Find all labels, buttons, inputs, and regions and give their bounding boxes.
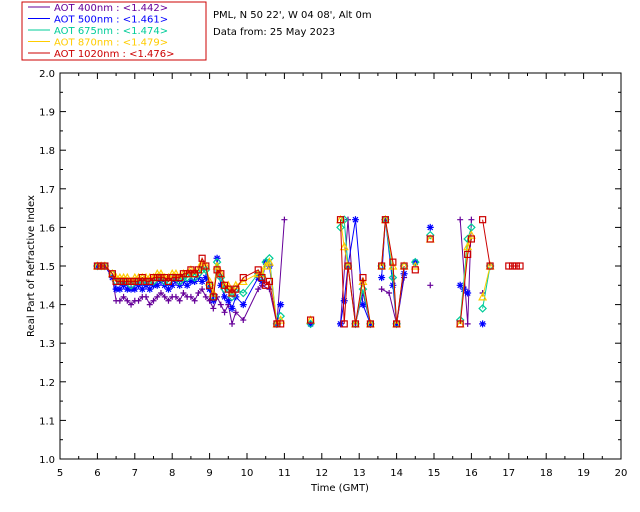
- data-point: [281, 216, 288, 223]
- x-tick-label: 20: [615, 468, 628, 479]
- x-tick-label: 9: [206, 468, 212, 479]
- y-tick-label: 1.2: [39, 378, 55, 389]
- date-info: Data from: 25 May 2023: [213, 27, 335, 38]
- x-tick-label: 11: [278, 468, 291, 479]
- data-point: [427, 282, 434, 289]
- data-point: [143, 293, 150, 300]
- location-info: PML, N 50 22', W 04 08', Alt 0m: [213, 10, 372, 21]
- series-1: [93, 216, 487, 328]
- x-axis-title: Time (GMT): [310, 483, 369, 494]
- data-point: [228, 304, 236, 312]
- y-tick-label: 1.3: [39, 339, 55, 350]
- data-point: [411, 266, 419, 274]
- legend-entry: AOT 870nm : <1.479>: [54, 38, 168, 49]
- x-tick-label: 14: [390, 468, 403, 479]
- x-tick-label: 7: [132, 468, 138, 479]
- data-point: [457, 216, 464, 223]
- x-tick-label: 16: [465, 468, 478, 479]
- data-point: [468, 216, 475, 223]
- data-point: [378, 274, 386, 282]
- y-tick-label: 2.0: [39, 69, 55, 80]
- data-point: [386, 290, 393, 297]
- series-line: [482, 219, 491, 267]
- refractive-index-chart: AOT 400nm : <1.442>AOT 500nm : <1.461>AO…: [21, 1, 628, 494]
- y-tick-label: 1.9: [39, 108, 55, 119]
- x-tick-label: 5: [57, 468, 63, 479]
- data-point: [229, 320, 236, 327]
- plot-area: [59, 72, 622, 460]
- y-tick-label: 1.0: [39, 455, 55, 466]
- x-tick-label: 10: [241, 468, 254, 479]
- x-tick-label: 6: [94, 468, 100, 479]
- data-point: [210, 305, 217, 312]
- data-point: [426, 223, 434, 231]
- data-point: [479, 320, 487, 328]
- data-point: [217, 301, 224, 308]
- series-2: [93, 215, 495, 329]
- x-tick-label: 15: [428, 468, 441, 479]
- series-line: [482, 265, 491, 298]
- y-tick-label: 1.8: [39, 146, 55, 157]
- series-3: [92, 214, 495, 328]
- legend-entry: AOT 1020nm : <1.476>: [54, 49, 174, 60]
- x-tick-label: 17: [502, 468, 515, 479]
- y-tick-label: 1.4: [39, 301, 55, 312]
- data-point: [400, 270, 408, 278]
- y-tick-label: 1.6: [39, 223, 55, 234]
- data-point: [464, 289, 472, 297]
- legend-entry: AOT 500nm : <1.461>: [54, 15, 168, 26]
- y-tick-label: 1.5: [39, 262, 55, 273]
- x-tick-label: 18: [540, 468, 553, 479]
- legend: AOT 400nm : <1.442>AOT 500nm : <1.461>AO…: [21, 1, 207, 61]
- y-tick-label: 1.7: [39, 185, 55, 196]
- data-point: [464, 320, 471, 327]
- y-axis-title: Real Part of Refractive Index: [26, 195, 37, 337]
- data-point: [221, 309, 228, 316]
- x-tick-label: 8: [169, 468, 175, 479]
- series-0: [94, 216, 486, 327]
- data-point: [277, 301, 285, 309]
- y-tick-label: 1.1: [39, 416, 55, 427]
- legend-entry: AOT 675nm : <1.474>: [54, 26, 168, 37]
- data-point: [340, 297, 348, 305]
- data-point: [378, 286, 385, 293]
- legend-entry: AOT 400nm : <1.442>: [54, 3, 168, 14]
- x-tick-label: 19: [577, 468, 590, 479]
- x-tick-label: 13: [353, 468, 366, 479]
- series-layer: [92, 214, 524, 329]
- x-tick-label: 12: [315, 468, 328, 479]
- data-point: [239, 301, 247, 309]
- data-point: [351, 216, 359, 224]
